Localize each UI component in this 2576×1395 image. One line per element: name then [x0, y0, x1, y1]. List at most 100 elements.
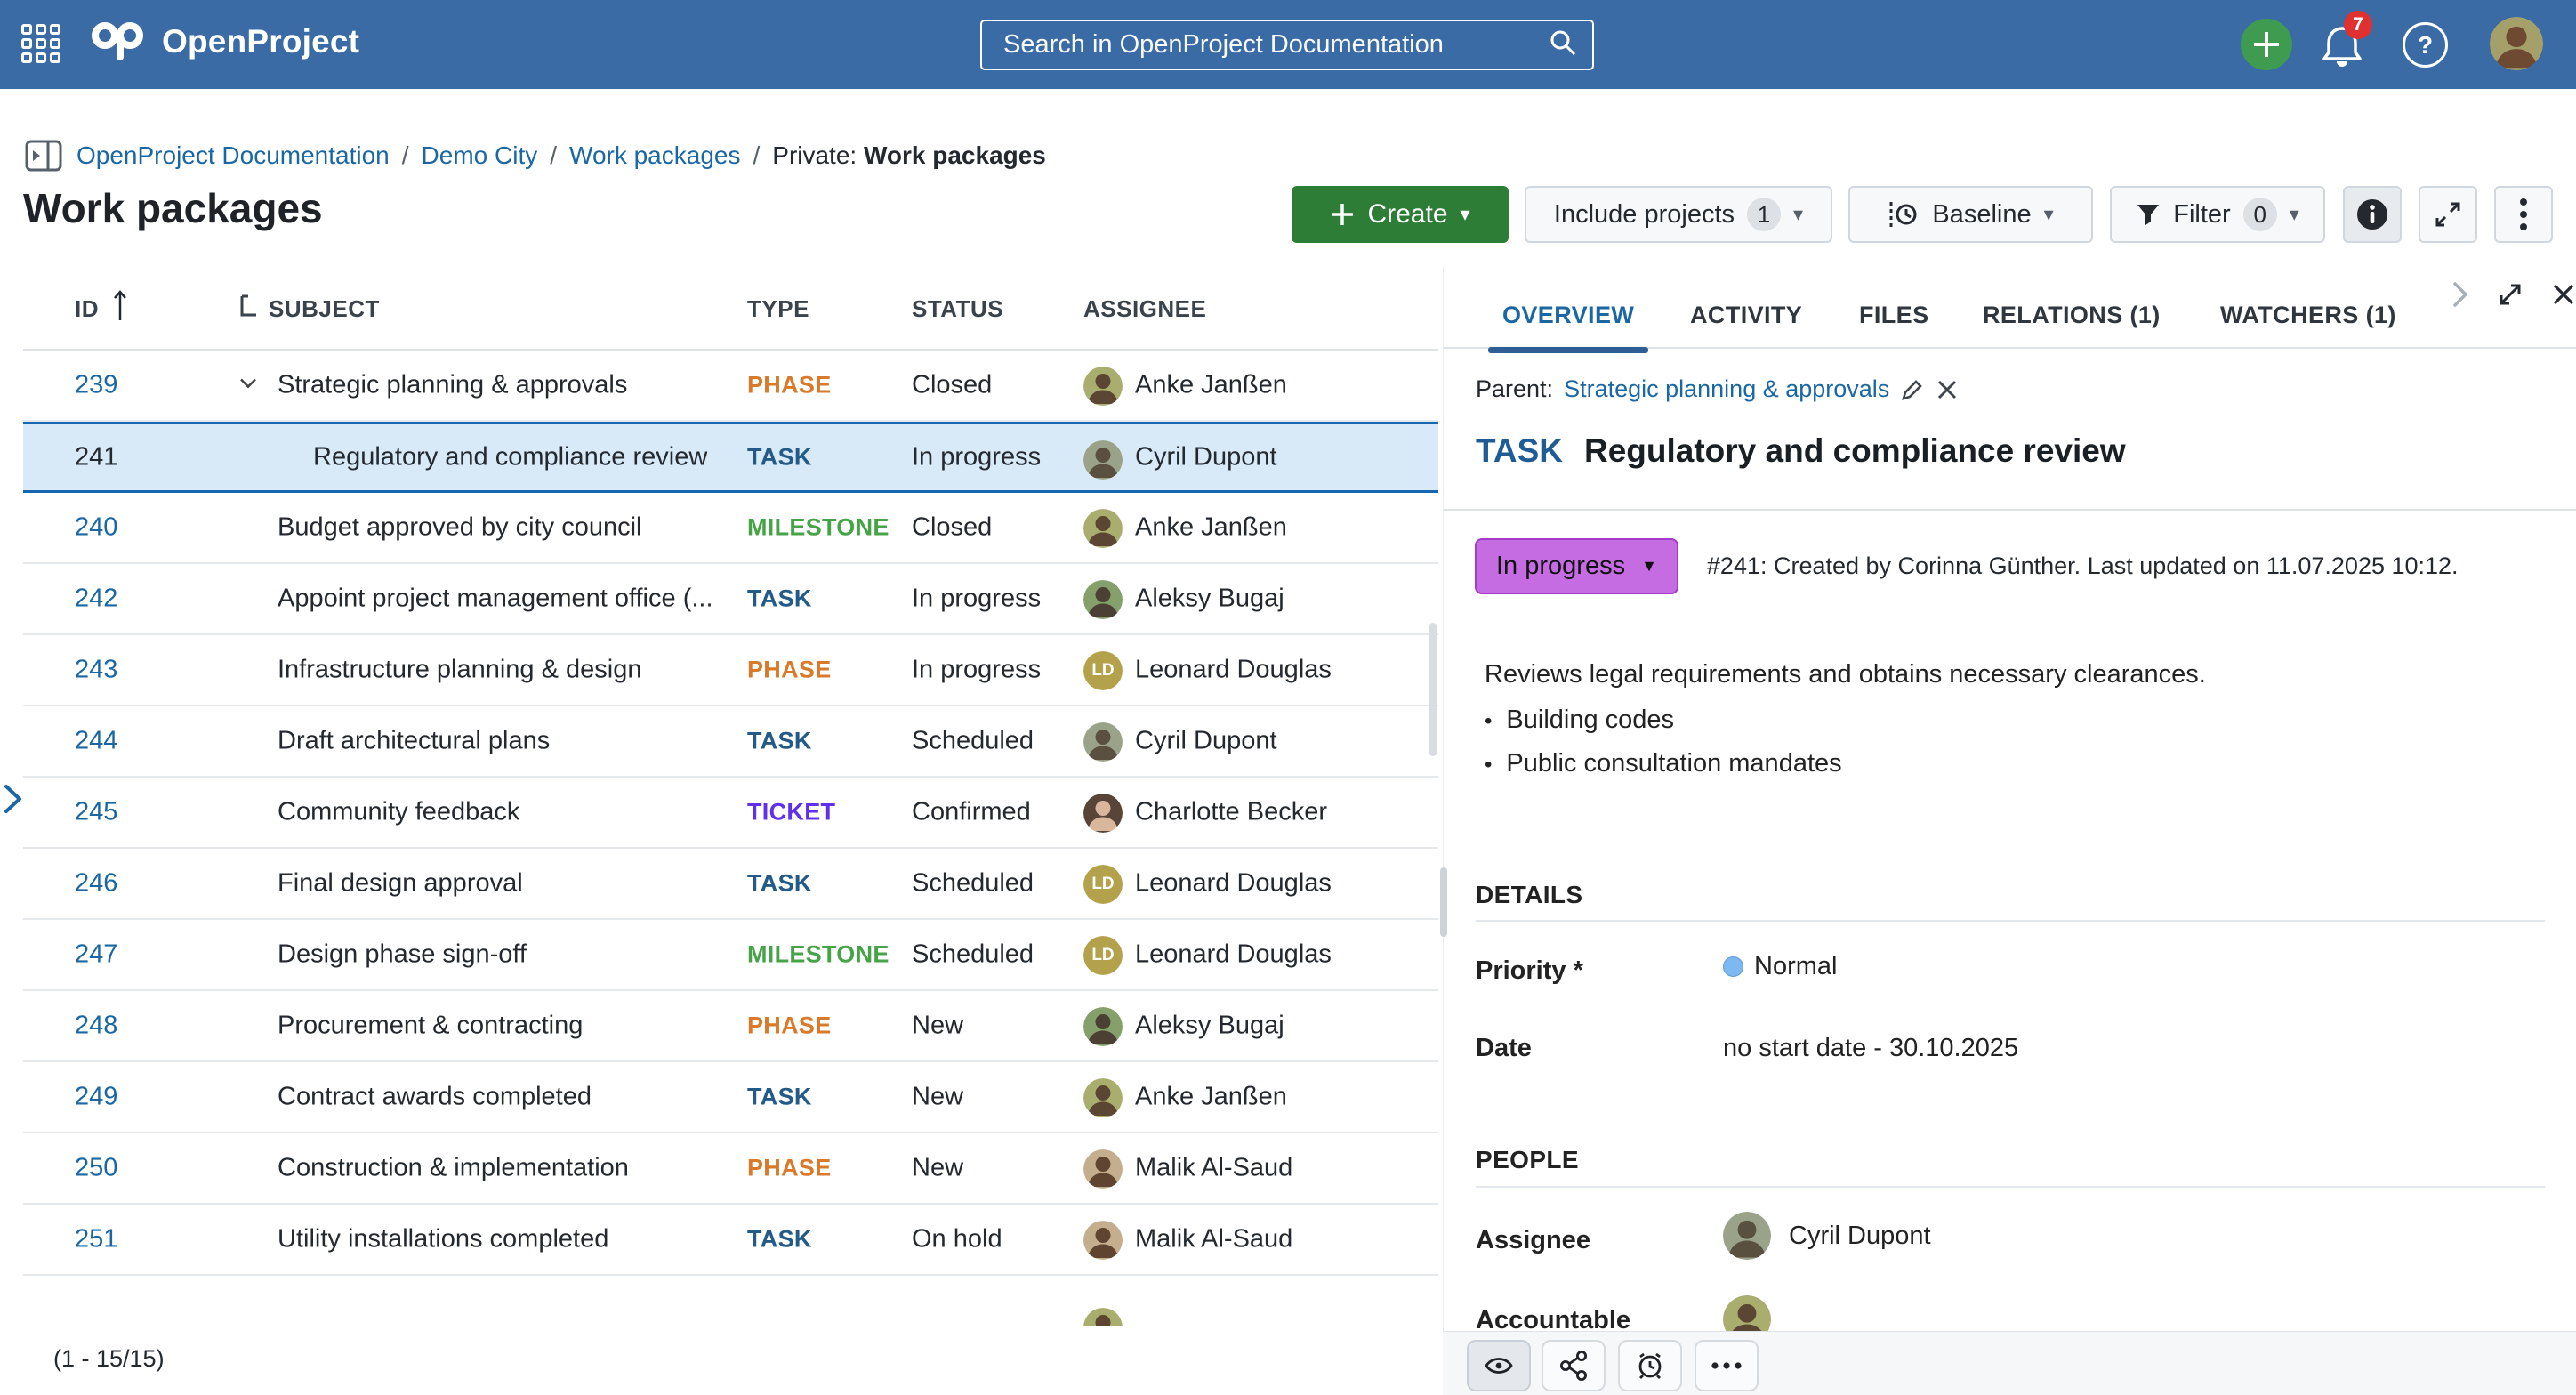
- expand-sidebar-chevron[interactable]: [2, 783, 25, 819]
- include-projects-button[interactable]: Include projects 1 ▾: [1525, 186, 1832, 243]
- work-package-id-link[interactable]: 251: [75, 1225, 117, 1254]
- description[interactable]: Reviews legal requirements and obtains n…: [1485, 660, 2206, 778]
- work-package-id-link[interactable]: 245: [75, 798, 117, 827]
- assignee-name[interactable]: Cyril Dupont: [1135, 443, 1277, 472]
- openproject-logo[interactable]: OpenProject: [91, 16, 359, 67]
- priority-label: Priority *: [1476, 956, 1583, 986]
- assignee-name[interactable]: Anke Janßen: [1135, 1083, 1287, 1112]
- table-row[interactable]: 241Regulatory and compliance reviewTASKI…: [23, 422, 1438, 493]
- tab-watchers-1-[interactable]: WATCHERS (1): [2220, 283, 2396, 347]
- watch-button[interactable]: [1467, 1340, 1531, 1391]
- work-package-id-link[interactable]: 249: [75, 1083, 117, 1112]
- assignee-name[interactable]: Leonard Douglas: [1135, 869, 1332, 899]
- assignee-name[interactable]: Malik Al-Saud: [1135, 1225, 1292, 1254]
- user-avatar[interactable]: [2490, 17, 2543, 70]
- table-row[interactable]: 243Infrastructure planning & designPHASE…: [23, 635, 1438, 706]
- column-header-subject[interactable]: SUBJECT: [269, 295, 380, 323]
- tab-overview[interactable]: OVERVIEW: [1502, 283, 1634, 347]
- more-actions-button[interactable]: [1695, 1340, 1759, 1391]
- table-row[interactable]: 244Draft architectural plansTASKSchedule…: [23, 706, 1438, 778]
- remove-parent-icon[interactable]: [1936, 378, 1959, 401]
- table-row[interactable]: 242Appoint project management office (..…: [23, 564, 1438, 635]
- info-toggle-button[interactable]: [2343, 186, 2402, 243]
- plus-icon: [1330, 202, 1355, 227]
- column-header-type[interactable]: TYPE: [747, 295, 809, 323]
- assignee-name[interactable]: Aleksy Bugaj: [1135, 585, 1284, 614]
- close-panel-icon[interactable]: [2550, 281, 2576, 312]
- assignee-name[interactable]: Anke Janßen: [1135, 513, 1287, 543]
- tab-activity[interactable]: ACTIVITY: [1690, 283, 1802, 347]
- panel-resize-handle[interactable]: [1440, 867, 1447, 937]
- share-button[interactable]: [1542, 1340, 1606, 1391]
- parent-link[interactable]: Strategic planning & approvals: [1564, 375, 1889, 403]
- assignee-name[interactable]: Leonard Douglas: [1135, 656, 1332, 685]
- assignee-name[interactable]: Leonard Douglas: [1135, 940, 1332, 970]
- more-options-button[interactable]: [2494, 186, 2553, 243]
- work-package-id-link[interactable]: 250: [75, 1154, 117, 1183]
- hierarchy-icon[interactable]: [237, 294, 260, 325]
- status-dropdown-button[interactable]: In progress ▼: [1475, 538, 1678, 594]
- date-label: Date: [1476, 1034, 1532, 1063]
- table-row[interactable]: 251Utility installations completedTASKOn…: [23, 1205, 1438, 1276]
- work-package-id-link[interactable]: 247: [75, 940, 117, 970]
- priority-value[interactable]: Normal: [1723, 952, 1837, 981]
- work-package-id-link[interactable]: 246: [75, 869, 117, 899]
- work-package-id-link[interactable]: 244: [75, 727, 117, 756]
- date-value[interactable]: no start date - 30.10.2025: [1723, 1034, 2018, 1063]
- search-input[interactable]: [1003, 30, 1548, 60]
- quick-add-button[interactable]: [2241, 19, 2292, 70]
- assignee-value[interactable]: Cyril Dupont: [1723, 1212, 1931, 1260]
- work-package-id-link[interactable]: 240: [75, 513, 117, 543]
- tab-relations-1-[interactable]: RELATIONS (1): [1983, 283, 2161, 347]
- table-row[interactable]: 239Strategic planning & approvalsPHASECl…: [23, 351, 1438, 422]
- assignee-avatar: [1083, 794, 1123, 833]
- help-button[interactable]: ?: [2403, 22, 2448, 68]
- modules-grid-icon[interactable]: [21, 24, 64, 65]
- type-tag[interactable]: TASK: [1476, 432, 1563, 470]
- sort-ascending-icon[interactable]: [112, 288, 128, 327]
- table-row[interactable]: 240Budget approved by city councilMILEST…: [23, 493, 1438, 564]
- assignee-name[interactable]: Malik Al-Saud: [1135, 1154, 1292, 1183]
- work-package-id-link[interactable]: 241: [75, 443, 117, 472]
- notifications-button[interactable]: 7: [2319, 21, 2372, 71]
- table-row[interactable]: 246Final design approvalTASKScheduledLDL…: [23, 849, 1438, 920]
- search-icon[interactable]: [1548, 28, 1578, 62]
- column-header-status[interactable]: STATUS: [912, 295, 1003, 323]
- global-search-box[interactable]: [980, 20, 1594, 70]
- assignee-name[interactable]: Anke Janßen: [1135, 371, 1287, 400]
- type-cell: PHASE: [747, 372, 832, 399]
- sidebar-toggle-icon[interactable]: [23, 135, 64, 176]
- enlarge-panel-icon[interactable]: [2495, 279, 2525, 314]
- table-row[interactable]: 250Construction & implementationPHASENew…: [23, 1133, 1438, 1205]
- column-header-assignee[interactable]: ASSIGNEE: [1083, 295, 1206, 323]
- table-row[interactable]: 247Design phase sign-offMILESTONESchedul…: [23, 920, 1438, 991]
- assignee-name[interactable]: Cyril Dupont: [1135, 727, 1277, 756]
- assignee-avatar: [1083, 722, 1123, 762]
- tab-files[interactable]: FILES: [1859, 283, 1929, 347]
- work-package-id-link[interactable]: 243: [75, 656, 117, 685]
- breadcrumb-link-documentation[interactable]: OpenProject Documentation: [76, 141, 390, 170]
- table-row[interactable]: 248Procurement & contractingPHASENewAlek…: [23, 991, 1438, 1062]
- filter-button[interactable]: Filter 0 ▾: [2110, 186, 2325, 243]
- breadcrumb-link-demo-city[interactable]: Demo City: [422, 141, 538, 170]
- work-package-id-link[interactable]: 242: [75, 585, 117, 614]
- work-package-id-link[interactable]: 239: [75, 371, 117, 400]
- create-button[interactable]: Create ▾: [1292, 186, 1509, 243]
- chevron-down-icon: ▾: [2044, 203, 2054, 226]
- assignee-name[interactable]: Charlotte Becker: [1135, 798, 1327, 827]
- parent-field: Parent: Strategic planning & approvals: [1476, 375, 1959, 403]
- reminder-button[interactable]: [1618, 1340, 1682, 1391]
- breadcrumb-link-work-packages[interactable]: Work packages: [569, 141, 740, 170]
- assignee-name[interactable]: Aleksy Bugaj: [1135, 1012, 1284, 1041]
- baseline-button[interactable]: Baseline ▾: [1848, 186, 2093, 243]
- collapse-chevron-icon[interactable]: [238, 376, 258, 395]
- table-row[interactable]: 245Community feedbackTICKETConfirmedChar…: [23, 778, 1438, 849]
- edit-pencil-icon[interactable]: [1900, 377, 1925, 402]
- table-row[interactable]: 249Contract awards completedTASKNewAnke …: [23, 1062, 1438, 1133]
- tabs-scroll-chevron-icon[interactable]: [2451, 279, 2470, 314]
- fullscreen-button[interactable]: [2419, 186, 2477, 243]
- work-package-id-link[interactable]: 248: [75, 1012, 117, 1041]
- title-text[interactable]: Regulatory and compliance review: [1584, 432, 2126, 470]
- table-scrollbar[interactable]: [1429, 623, 1437, 756]
- column-header-id[interactable]: ID: [75, 295, 99, 323]
